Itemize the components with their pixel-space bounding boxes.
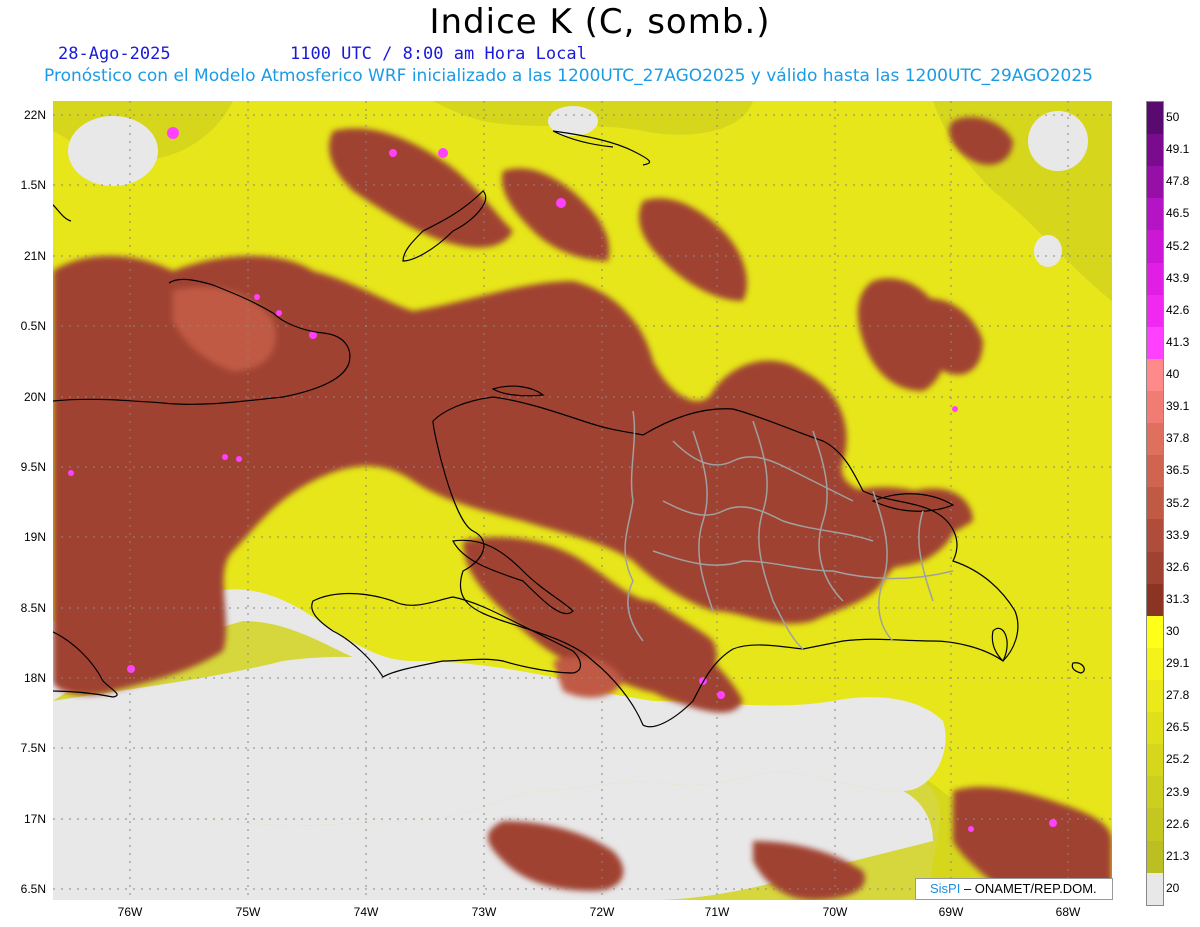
colorbar-label: 40 [1166, 367, 1180, 382]
colorbar-label: 21.3 [1166, 848, 1190, 863]
map-title: Indice K (C, somb.) [429, 2, 771, 42]
colorbar-segment [1147, 487, 1163, 520]
colorbar-label: 49.1 [1166, 142, 1190, 157]
lon-label: 75W [235, 905, 261, 919]
lon-label: 76W [117, 905, 143, 919]
colorbar-segment [1147, 423, 1163, 456]
colorbar-label: 41.3 [1166, 334, 1190, 349]
lon-label: 68W [1055, 905, 1081, 919]
colorbar-segment [1147, 551, 1163, 584]
lat-label: 8.5N [20, 601, 46, 615]
colorbar-label: 36.5 [1166, 463, 1190, 478]
sispi-logo: SisPI [930, 881, 961, 896]
lat-label: 21N [23, 249, 46, 263]
colorbar-segment [1147, 808, 1163, 841]
colorbar-segment [1147, 390, 1163, 424]
colorbar-label: 25.2 [1166, 752, 1190, 767]
lat-label: 9.5N [20, 460, 46, 474]
colorbar-label: 42.6 [1166, 302, 1190, 317]
colorbar-segment [1147, 455, 1163, 488]
lat-label: 0.5N [20, 319, 46, 333]
lat-label: 1.5N [20, 178, 46, 192]
lon-label: 74W [353, 905, 379, 919]
colorbar-label: 31.3 [1166, 591, 1190, 606]
model-info: Pronóstico con el Modelo Atmosferico WRF… [44, 66, 1093, 86]
forecast-map[interactable] [53, 101, 1112, 900]
colorbar-segment [1147, 712, 1163, 745]
lon-label: 73W [471, 905, 497, 919]
colorbar-label: 27.8 [1166, 688, 1190, 703]
lon-label: 69W [938, 905, 964, 919]
lat-label: 17N [23, 812, 46, 826]
lon-label: 72W [589, 905, 615, 919]
colorbar [1146, 101, 1164, 906]
colorbar-segment [1147, 102, 1163, 135]
colorbar-segment [1147, 198, 1163, 231]
colorbar-segment [1147, 262, 1163, 295]
colorbar-label: 35.2 [1166, 495, 1190, 510]
lon-label: 70W [822, 905, 848, 919]
colorbar-segment [1147, 647, 1163, 680]
k-index-field [53, 101, 1112, 900]
colorbar-segment [1147, 166, 1163, 199]
colorbar-segment [1147, 358, 1163, 391]
lat-label: 6.5N [20, 882, 46, 896]
colorbar-segment [1147, 583, 1163, 616]
colorbar-label: 45.2 [1166, 238, 1190, 253]
colorbar-segment [1147, 679, 1163, 713]
lat-label: 7.5N [20, 741, 46, 755]
colorbar-segment [1147, 744, 1163, 777]
colorbar-label: 33.9 [1166, 527, 1190, 542]
lon-label: 71W [704, 905, 730, 919]
colorbar-label: 20 [1166, 880, 1180, 895]
colorbar-label: 39.1 [1166, 399, 1190, 414]
colorbar-segment [1147, 519, 1163, 552]
forecast-date: 28-Ago-2025 [58, 44, 171, 64]
colorbar-label: 30 [1166, 623, 1180, 638]
colorbar-label: 29.1 [1166, 656, 1190, 671]
lat-label: 18N [23, 671, 46, 685]
colorbar-segment [1147, 872, 1163, 905]
colorbar-label: 26.5 [1166, 720, 1190, 735]
colorbar-segment [1147, 776, 1163, 809]
lat-label: 20N [23, 390, 46, 404]
colorbar-label: 32.6 [1166, 559, 1190, 574]
colorbar-segment [1147, 230, 1163, 263]
colorbar-segment [1147, 615, 1163, 648]
colorbar-label: 37.8 [1166, 431, 1190, 446]
colorbar-label: 23.9 [1166, 784, 1190, 799]
colorbar-label: 46.5 [1166, 206, 1190, 221]
credit-org: – ONAMET/REP.DOM. [963, 881, 1097, 896]
colorbar-label: 22.6 [1166, 816, 1190, 831]
colorbar-segment [1147, 840, 1163, 873]
colorbar-label: 43.9 [1166, 270, 1190, 285]
forecast-time: 1100 UTC / 8:00 am Hora Local [290, 44, 587, 64]
credit-box: SisPI – ONAMET/REP.DOM. [915, 878, 1113, 900]
lat-label: 22N [23, 108, 46, 122]
colorbar-segment [1147, 326, 1163, 359]
colorbar-label: 47.8 [1166, 174, 1190, 189]
colorbar-label: 50 [1166, 110, 1180, 125]
colorbar-segment [1147, 294, 1163, 327]
colorbar-segment [1147, 134, 1163, 167]
lat-label: 19N [23, 530, 46, 544]
